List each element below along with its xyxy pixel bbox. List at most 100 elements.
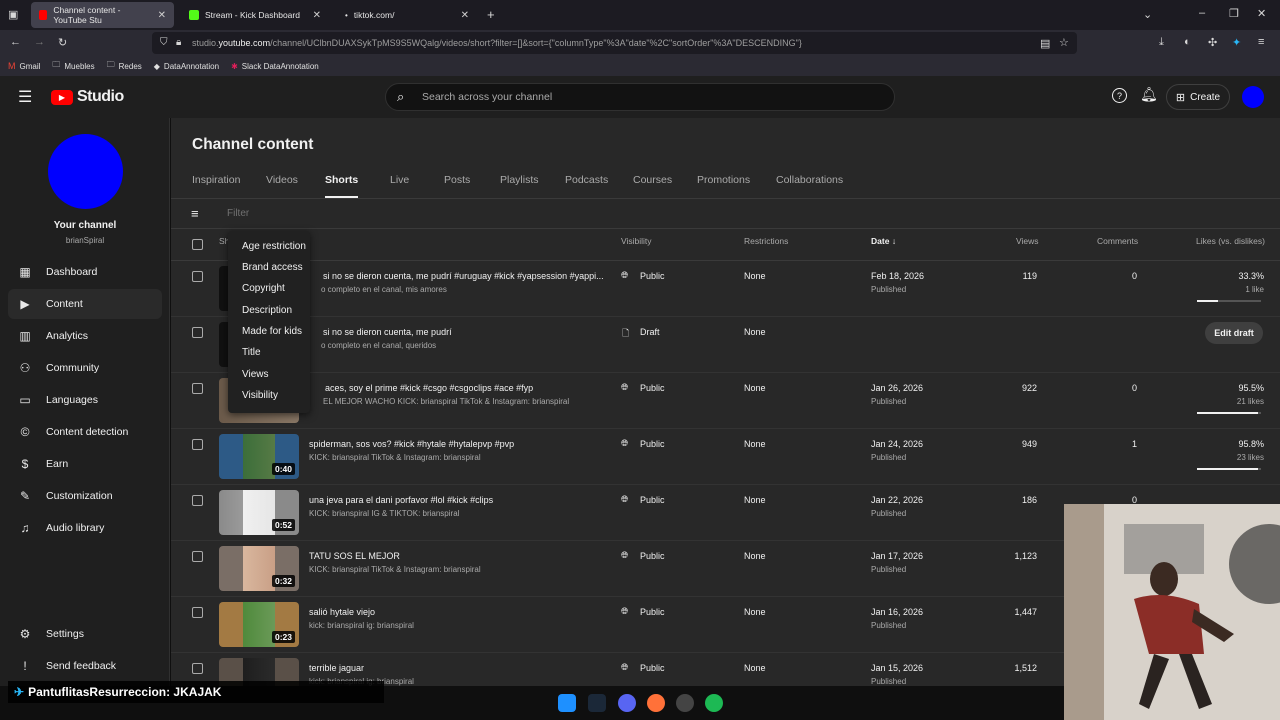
- filter-input[interactable]: Filter: [227, 208, 249, 219]
- filter-option-made-for-kids[interactable]: Made for kids: [242, 326, 302, 337]
- windows-start-icon[interactable]: [558, 694, 576, 712]
- row-checkbox[interactable]: [192, 383, 203, 394]
- address-bar[interactable]: ⛉ 🔒︎ studio. youtube.com/channel/UClbnDUA…: [152, 32, 1077, 54]
- row-checkbox[interactable]: [192, 663, 203, 674]
- close-tab-icon[interactable]: ✕: [313, 10, 321, 21]
- account-icon[interactable]: ◐: [1184, 36, 1191, 48]
- tab-list-icon[interactable]: ▣: [8, 8, 18, 21]
- close-window-icon[interactable]: ✕: [1257, 7, 1266, 20]
- notifications-bell-icon[interactable]: 🔔︎: [1140, 86, 1158, 103]
- tab-shorts[interactable]: Shorts: [325, 174, 359, 198]
- row-checkbox[interactable]: [192, 327, 203, 338]
- studio-logo[interactable]: ▶ Studio: [51, 88, 124, 106]
- row-checkbox[interactable]: [192, 607, 203, 618]
- tab-courses[interactable]: Courses: [633, 174, 672, 196]
- sidebar-item-earn[interactable]: $ Earn: [8, 449, 162, 479]
- video-title[interactable]: spiderman, sos vos? #kick #hytale #hytal…: [309, 439, 514, 449]
- filter-option-views[interactable]: Views: [242, 369, 269, 380]
- browser-tab-kick[interactable]: Stream - Kick Dashboard ✕: [181, 2, 329, 28]
- video-title[interactable]: salió hytale viejo: [309, 607, 375, 617]
- sidebar-item-content-detection[interactable]: © Content detection: [8, 417, 162, 447]
- help-icon[interactable]: ?: [1112, 88, 1127, 103]
- filter-option-visibility[interactable]: Visibility: [242, 390, 278, 401]
- new-tab-icon[interactable]: +: [487, 7, 495, 22]
- sidebar-item-analytics[interactable]: ▥ Analytics: [8, 321, 162, 351]
- account-avatar[interactable]: [1242, 86, 1264, 108]
- restore-icon[interactable]: ❐: [1229, 7, 1239, 20]
- sidebar-item-dashboard[interactable]: ▦ Dashboard: [8, 257, 162, 287]
- steam-icon[interactable]: [588, 694, 606, 712]
- spotify-icon[interactable]: [705, 694, 723, 712]
- tab-posts[interactable]: Posts: [444, 174, 470, 196]
- tab-collaborations[interactable]: Collaborations: [776, 174, 843, 196]
- close-tab-icon[interactable]: ✕: [461, 10, 469, 21]
- hamburger-menu-icon[interactable]: ☰: [18, 87, 32, 107]
- bookmark-muebles[interactable]: 🗀︎ Muebles: [52, 59, 94, 73]
- extension-icon[interactable]: ✦: [1232, 36, 1241, 49]
- discord-icon[interactable]: [618, 694, 636, 712]
- video-thumbnail[interactable]: 0:52: [219, 490, 299, 535]
- back-icon[interactable]: ←: [10, 36, 21, 48]
- video-title[interactable]: si no se dieron cuenta, me pudrí #urugua…: [323, 271, 604, 281]
- table-row[interactable]: aces, soy el prime #kick #csgo #csgoclip…: [171, 373, 1280, 429]
- sidebar-item-audio-library[interactable]: ♫ Audio library: [8, 513, 162, 543]
- tab-podcasts[interactable]: Podcasts: [565, 174, 608, 196]
- shield-icon[interactable]: ⛉: [160, 37, 168, 48]
- reload-icon[interactable]: ↻: [58, 36, 67, 49]
- downloads-icon[interactable]: ⤓: [1159, 36, 1164, 49]
- chevron-down-icon[interactable]: ⌄: [1143, 8, 1152, 21]
- video-thumbnail[interactable]: 0:40: [219, 434, 299, 479]
- filter-option-title[interactable]: Title: [242, 347, 261, 358]
- bookmark-redes[interactable]: 🗀︎ Redes: [107, 59, 142, 73]
- tab-playlists[interactable]: Playlists: [500, 174, 539, 196]
- app-icon[interactable]: [676, 694, 694, 712]
- bookmark-gmail[interactable]: M Gmail: [8, 61, 40, 71]
- visibility-value[interactable]: Public: [640, 271, 665, 281]
- visibility-value[interactable]: Public: [640, 663, 665, 673]
- video-title[interactable]: TATU SOS EL MEJOR: [309, 551, 400, 561]
- column-views[interactable]: Views: [1016, 236, 1039, 246]
- tab-promotions[interactable]: Promotions: [697, 174, 750, 196]
- lock-icon[interactable]: 🔒︎: [176, 37, 181, 48]
- sidebar-item-send-feedback[interactable]: ! Send feedback: [8, 651, 162, 681]
- reader-view-icon[interactable]: ▤: [1040, 37, 1050, 50]
- column-comments[interactable]: Comments: [1097, 236, 1138, 246]
- filter-option-brand-access[interactable]: Brand access: [242, 262, 303, 273]
- table-row[interactable]: 0:40 spiderman, sos vos? #kick #hytale #…: [171, 429, 1280, 485]
- table-row[interactable]: si no se dieron cuenta, me pudrí o compl…: [171, 317, 1280, 373]
- browser-tab-tiktok[interactable]: • tiktok.com/ ✕: [337, 2, 477, 28]
- create-button[interactable]: ⊞ Create: [1166, 84, 1230, 110]
- forward-icon[interactable]: →: [34, 36, 45, 48]
- filter-option-copyright[interactable]: Copyright: [242, 283, 285, 294]
- extensions-icon[interactable]: ✣: [1208, 36, 1217, 49]
- close-tab-icon[interactable]: ✕: [158, 10, 166, 21]
- row-checkbox[interactable]: [192, 271, 203, 282]
- sidebar-item-settings[interactable]: ⚙ Settings: [8, 619, 162, 649]
- video-title[interactable]: aces, soy el prime #kick #csgo #csgoclip…: [325, 383, 533, 393]
- filter-option-description[interactable]: Description: [242, 305, 292, 316]
- sidebar-item-community[interactable]: ⚇ Community: [8, 353, 162, 383]
- tab-live[interactable]: Live: [390, 174, 409, 196]
- visibility-value[interactable]: Public: [640, 607, 665, 617]
- row-checkbox[interactable]: [192, 551, 203, 562]
- row-checkbox[interactable]: [192, 495, 203, 506]
- firefox-icon[interactable]: [647, 694, 665, 712]
- channel-avatar[interactable]: [48, 134, 123, 209]
- filter-icon[interactable]: ≡: [191, 206, 199, 221]
- video-title[interactable]: una jeva para el dani porfavor #lol #kic…: [309, 495, 493, 505]
- bookmark-slack-dataannotation[interactable]: ✱ Slack DataAnnotation: [231, 62, 319, 71]
- bookmark-star-icon[interactable]: ☆: [1059, 36, 1069, 49]
- column-likes[interactable]: Likes (vs. dislikes): [1196, 236, 1265, 246]
- edit-draft-button[interactable]: Edit draft: [1205, 322, 1263, 344]
- video-title[interactable]: si no se dieron cuenta, me pudrí: [323, 327, 452, 337]
- visibility-value[interactable]: Draft: [640, 327, 660, 337]
- video-thumbnail[interactable]: 0:23: [219, 602, 299, 647]
- visibility-value[interactable]: Public: [640, 495, 665, 505]
- sidebar-item-customization[interactable]: ✎ Customization: [8, 481, 162, 511]
- bookmark-dataannotation[interactable]: ◆ DataAnnotation: [154, 62, 219, 71]
- video-thumbnail[interactable]: 0:32: [219, 546, 299, 591]
- column-date[interactable]: Date ↓: [871, 236, 896, 246]
- tab-inspiration[interactable]: Inspiration: [192, 174, 240, 196]
- filter-option-age-restriction[interactable]: Age restriction: [242, 241, 306, 252]
- sidebar-item-content[interactable]: ▶ Content: [8, 289, 162, 319]
